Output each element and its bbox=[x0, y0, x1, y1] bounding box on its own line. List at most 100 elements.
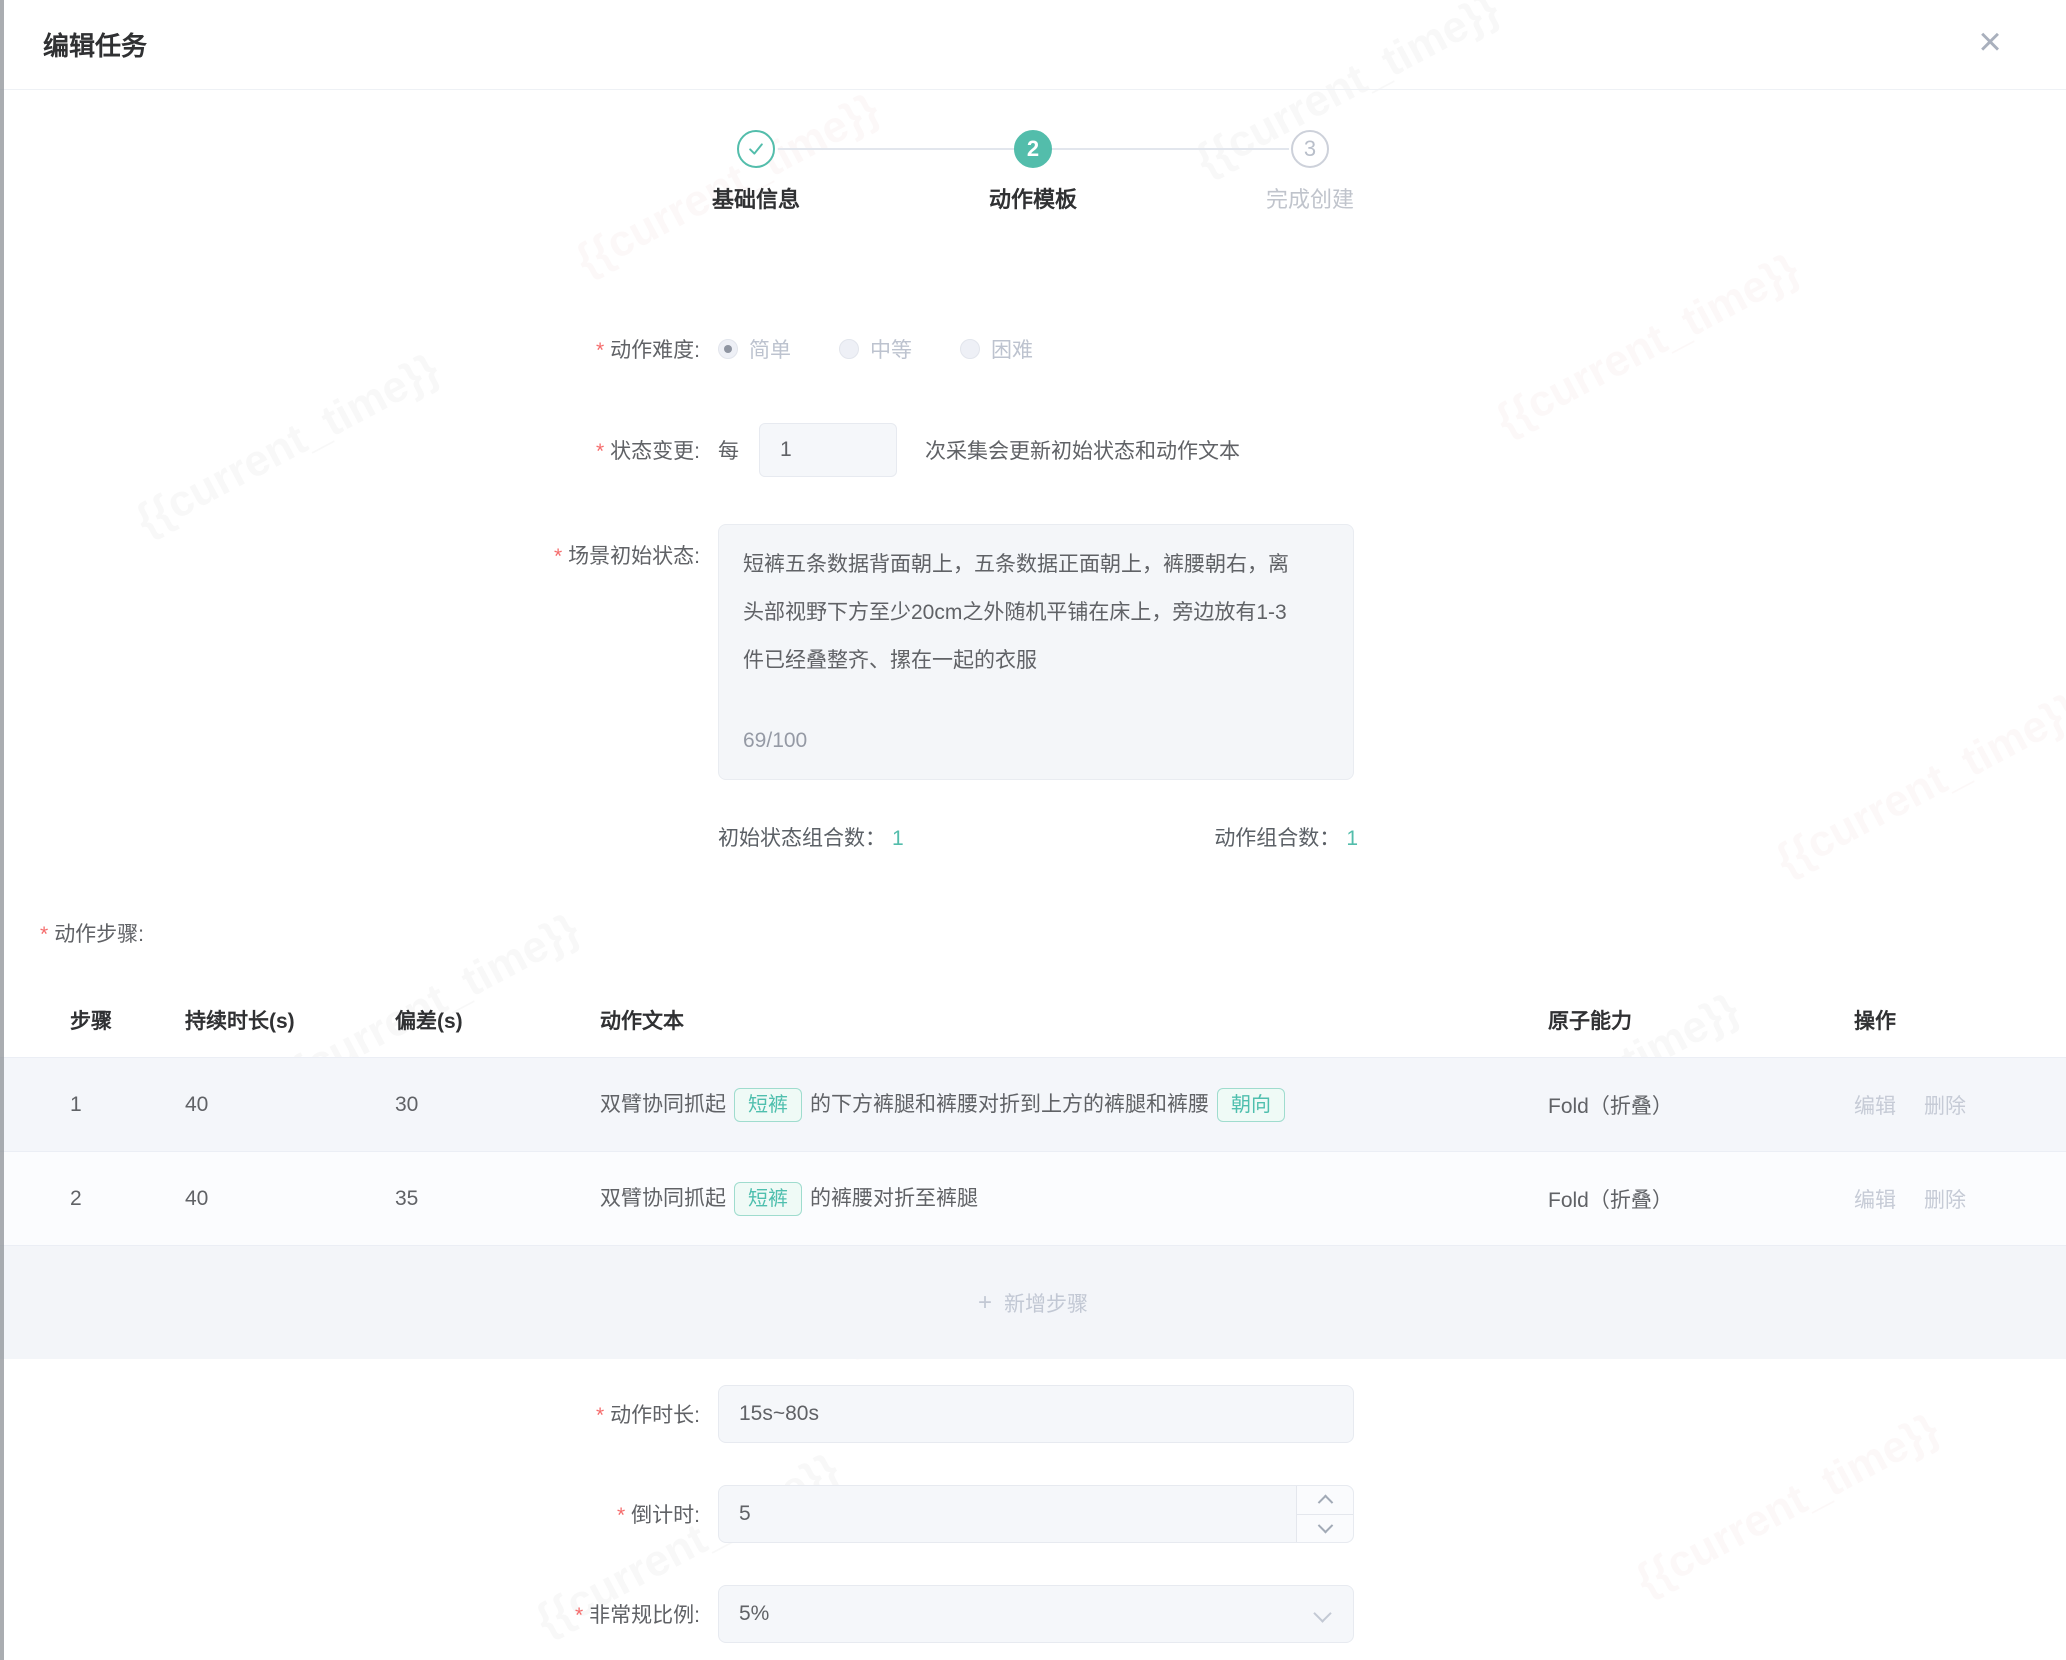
duration-label: *动作时长: bbox=[0, 1399, 700, 1429]
step-label: 完成创建 bbox=[1266, 183, 1354, 217]
chevron-up-icon bbox=[1317, 1495, 1333, 1511]
action-text-cell: 双臂协同抓起短裤的下方裤腿和裤腰对折到上方的裤腿和裤腰朝向 bbox=[600, 1088, 1548, 1122]
difficulty-row: *动作难度: 简单中等困难 bbox=[0, 329, 2066, 369]
action-text: 的下方裤腿和裤腰对折到上方的裤腿和裤腰 bbox=[810, 1093, 1209, 1116]
delete-link[interactable]: 删除 bbox=[1924, 1095, 1966, 1118]
countdown-row: *倒计时: 5 bbox=[0, 1485, 2066, 1543]
column-header: 步骤 bbox=[0, 1005, 185, 1035]
stepper-step: 2 动作模板 bbox=[895, 130, 1172, 217]
table-row: 24035双臂协同抓起短裤的裤腰对折至裤腿Fold（折叠）编辑删除 bbox=[0, 1152, 2066, 1246]
table-cell: 35 bbox=[395, 1187, 600, 1211]
required-marker: * bbox=[40, 923, 48, 946]
stepper-step: 基础信息 bbox=[618, 130, 895, 217]
row-actions-cell: 编辑 删除 bbox=[1854, 1090, 2066, 1120]
step-number: 3 bbox=[1291, 130, 1329, 168]
required-marker: * bbox=[554, 545, 562, 568]
object-tag: 朝向 bbox=[1217, 1088, 1285, 1122]
unusual-ratio-label: *非常规比例: bbox=[0, 1599, 700, 1629]
column-header: 原子能力 bbox=[1548, 1005, 1854, 1035]
difficulty-options: 简单 中等 困难 bbox=[718, 334, 1033, 364]
action-text: 双臂协同抓起 bbox=[600, 1093, 726, 1116]
radio-中等[interactable]: 中等 bbox=[839, 334, 912, 364]
duration-value: 15s~80s bbox=[739, 1402, 819, 1426]
unusual-ratio-value: 5% bbox=[739, 1602, 769, 1626]
spinner-down-button[interactable] bbox=[1297, 1515, 1353, 1543]
state-change-label: *状态变更: bbox=[0, 435, 700, 465]
initial-combo-value: 1 bbox=[892, 827, 904, 850]
required-marker: * bbox=[596, 440, 604, 463]
unusual-ratio-select[interactable]: 5% bbox=[718, 1585, 1354, 1643]
radio-困难[interactable]: 困难 bbox=[960, 334, 1033, 364]
action-combo-value: 1 bbox=[1346, 827, 1358, 850]
table-row: 14030双臂协同抓起短裤的下方裤腿和裤腰对折到上方的裤腿和裤腰朝向Fold（折… bbox=[0, 1058, 2066, 1152]
radio-label: 中等 bbox=[870, 334, 912, 364]
radio-circle-icon bbox=[718, 339, 738, 359]
required-marker: * bbox=[596, 339, 604, 362]
plus-icon: + bbox=[978, 1289, 992, 1317]
action-text: 的裤腰对折至裤腿 bbox=[810, 1187, 978, 1210]
action-text: 双臂协同抓起 bbox=[600, 1187, 726, 1210]
column-header: 偏差(s) bbox=[395, 1005, 600, 1035]
radio-circle-icon bbox=[960, 339, 980, 359]
edit-link[interactable]: 编辑 bbox=[1854, 1095, 1896, 1118]
action-combo-count: 动作组合数：1 bbox=[1214, 822, 1358, 852]
dialog-header: 编辑任务 × bbox=[0, 0, 2066, 90]
step-label: 动作模板 bbox=[989, 183, 1077, 217]
table-cell: 40 bbox=[185, 1093, 395, 1117]
duration-input[interactable]: 15s~80s bbox=[718, 1385, 1354, 1443]
page-left-edge bbox=[0, 0, 4, 1660]
table-header-row: 步骤持续时长(s)偏差(s)动作文本原子能力操作 bbox=[0, 982, 2066, 1058]
chevron-down-icon bbox=[1313, 1604, 1331, 1622]
table-cell: Fold（折叠） bbox=[1548, 1184, 1854, 1214]
spinner-up-button[interactable] bbox=[1297, 1486, 1353, 1515]
initial-state-text: 短裤五条数据背面朝上，五条数据正面朝上，裤腰朝右，离头部视野下方至少20cm之外… bbox=[743, 541, 1303, 685]
radio-circle-icon bbox=[839, 339, 859, 359]
dialog-title: 编辑任务 bbox=[43, 26, 147, 63]
edit-link[interactable]: 编辑 bbox=[1854, 1189, 1896, 1212]
required-marker: * bbox=[575, 1604, 583, 1627]
state-change-prefix: 每 bbox=[718, 435, 739, 465]
step-check-icon bbox=[737, 130, 775, 168]
action-steps-label: *动作步骤: bbox=[40, 918, 2066, 948]
countdown-input[interactable]: 5 bbox=[718, 1485, 1354, 1543]
step-number: 2 bbox=[1014, 130, 1052, 168]
add-step-label: 新增步骤 bbox=[1004, 1288, 1088, 1318]
step-label: 基础信息 bbox=[712, 183, 800, 217]
number-spinner bbox=[1296, 1486, 1353, 1542]
countdown-value: 5 bbox=[739, 1502, 751, 1526]
required-marker: * bbox=[596, 1404, 604, 1427]
table-cell: 2 bbox=[0, 1187, 185, 1211]
radio-label: 困难 bbox=[991, 334, 1033, 364]
stepper: 基础信息 2 动作模板 3 完成创建 bbox=[618, 130, 1449, 217]
column-header: 动作文本 bbox=[600, 1005, 1548, 1035]
column-header: 操作 bbox=[1854, 1005, 2066, 1035]
radio-label: 简单 bbox=[749, 334, 791, 364]
add-step-button[interactable]: + 新增步骤 bbox=[0, 1246, 2066, 1359]
object-tag: 短裤 bbox=[734, 1088, 802, 1122]
table-cell: Fold（折叠） bbox=[1548, 1090, 1854, 1120]
table-cell: 30 bbox=[395, 1093, 600, 1117]
table-cell: 1 bbox=[0, 1093, 185, 1117]
duration-row: *动作时长: 15s~80s bbox=[0, 1385, 2066, 1443]
initial-state-label: *场景初始状态: bbox=[0, 524, 700, 570]
chevron-down-icon bbox=[1317, 1518, 1333, 1534]
object-tag: 短裤 bbox=[734, 1182, 802, 1216]
delete-link[interactable]: 删除 bbox=[1924, 1189, 1966, 1212]
initial-state-row: *场景初始状态: 短裤五条数据背面朝上，五条数据正面朝上，裤腰朝右，离头部视野下… bbox=[0, 524, 2066, 780]
table-cell: 40 bbox=[185, 1187, 395, 1211]
state-change-suffix: 次采集会更新初始状态和动作文本 bbox=[925, 435, 1240, 465]
state-change-row: *状态变更: 每 1 次采集会更新初始状态和动作文本 bbox=[0, 423, 2066, 477]
action-steps-table: 步骤持续时长(s)偏差(s)动作文本原子能力操作 14030双臂协同抓起短裤的下… bbox=[0, 982, 2066, 1359]
radio-简单[interactable]: 简单 bbox=[718, 334, 791, 364]
close-icon[interactable]: × bbox=[1966, 18, 2014, 66]
row-actions-cell: 编辑 删除 bbox=[1854, 1184, 2066, 1214]
action-text-cell: 双臂协同抓起短裤的裤腰对折至裤腿 bbox=[600, 1182, 1548, 1216]
unusual-ratio-row: *非常规比例: 5% bbox=[0, 1585, 2066, 1643]
countdown-label: *倒计时: bbox=[0, 1499, 700, 1529]
stepper-step: 3 完成创建 bbox=[1172, 130, 1449, 217]
required-marker: * bbox=[617, 1504, 625, 1527]
initial-state-textarea[interactable]: 短裤五条数据背面朝上，五条数据正面朝上，裤腰朝右，离头部视野下方至少20cm之外… bbox=[718, 524, 1354, 780]
state-change-input[interactable]: 1 bbox=[759, 423, 897, 477]
char-counter: 69/100 bbox=[743, 717, 807, 765]
initial-combo-count: 初始状态组合数：1 bbox=[718, 822, 904, 852]
